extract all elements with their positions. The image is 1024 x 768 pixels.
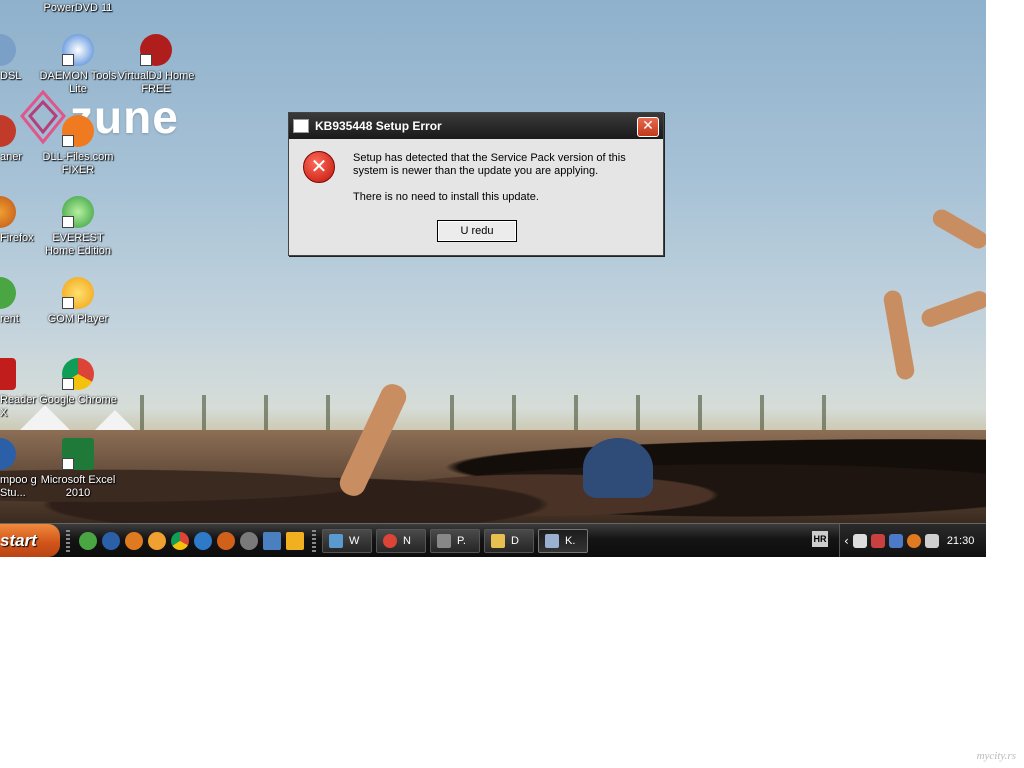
desktop-icon-daemon-tools[interactable]: DAEMON Tools Lite: [38, 34, 118, 96]
start-button[interactable]: start: [0, 524, 60, 557]
dialog-titlebar[interactable]: KB935448 Setup Error: [289, 113, 663, 139]
dialog-body: ✕ Setup has detected that the Service Pa…: [289, 139, 663, 255]
ccleaner-icon: [0, 115, 16, 147]
dialog-title: KB935448 Setup Error: [315, 119, 442, 133]
firefox-icon: [0, 196, 16, 228]
media-player-icon[interactable]: [286, 531, 304, 550]
kmplayer-icon[interactable]: [102, 531, 120, 550]
kmplayer-icon: [0, 438, 16, 470]
safely-remove-icon[interactable]: [870, 533, 885, 548]
task-button-w[interactable]: W: [322, 528, 372, 553]
internet-explorer-icon[interactable]: [194, 531, 212, 550]
ok-button[interactable]: U redu: [437, 220, 517, 242]
desktop-icon-dsl[interactable]: DSL: [0, 34, 40, 83]
utorrent-icon[interactable]: [79, 531, 97, 550]
task-button-d[interactable]: D: [484, 528, 534, 553]
watermark: mycity.rs: [976, 750, 1016, 762]
desktop-icon-adobe-reader[interactable]: Reader X: [0, 358, 40, 420]
desktop-icon-firefox[interactable]: Firefox: [0, 196, 40, 245]
orange-app-icon[interactable]: [148, 531, 166, 550]
desktop-wallpaper: zune DSL aner Firefox rent Reader X mpoo…: [0, 0, 986, 523]
settings-icon[interactable]: [125, 531, 143, 550]
tray-app-icon[interactable]: [906, 533, 921, 548]
firefox-icon[interactable]: [217, 531, 235, 550]
desktop-icon-everest[interactable]: EVEREST Home Edition: [38, 196, 118, 258]
hand: [929, 206, 986, 252]
clock[interactable]: 21:30: [947, 535, 975, 547]
message-line-2: There is no need to install this update.: [353, 191, 539, 203]
chrome-icon: [62, 358, 94, 390]
everest-icon: [62, 196, 94, 228]
blue-cap: [583, 438, 653, 498]
chrome-icon[interactable]: [171, 531, 189, 550]
adobe-reader-icon: [0, 358, 16, 390]
daemon-tools-icon: [62, 34, 94, 66]
task-button-p[interactable]: P.: [430, 528, 480, 553]
chrome-icon: [383, 533, 397, 548]
system-tray: ‹ 21:30: [839, 524, 986, 557]
dll-files-icon: [62, 115, 94, 147]
folder-icon: [491, 533, 505, 548]
network-icon: [0, 34, 16, 66]
utorrent-icon: [0, 277, 16, 309]
desktop-icon-dll-files[interactable]: DLL-Files.com FIXER: [38, 115, 118, 177]
task-button-n[interactable]: N: [376, 528, 426, 553]
error-icon: ✕: [303, 151, 335, 183]
task-icon: [437, 533, 451, 548]
hand: [919, 288, 986, 330]
message-line-1: Setup has detected that the Service Pack…: [353, 152, 626, 177]
tray-expand-icon[interactable]: ‹: [844, 534, 849, 548]
close-button[interactable]: ✕: [637, 117, 659, 137]
virtualdj-icon: [140, 34, 172, 66]
bluetooth-icon[interactable]: [888, 533, 903, 548]
language-indicator[interactable]: HR: [812, 531, 828, 547]
desktop-icon-google-chrome[interactable]: Google Chrome: [38, 358, 118, 407]
crowd: [0, 430, 986, 523]
window-icon: [293, 119, 309, 133]
task-button-k[interactable]: K.: [538, 528, 588, 553]
desktop-icon-cleaner[interactable]: aner: [0, 115, 40, 164]
desktop-icon-gom-player[interactable]: GOM Player: [38, 277, 118, 326]
desktop-icon-virtualdj[interactable]: VirtualDJ Home FREE: [116, 34, 196, 96]
setup-error-dialog: KB935448 Setup Error ✕ ✕ Setup has detec…: [288, 112, 664, 256]
toolbar-grip[interactable]: [312, 529, 316, 552]
raised-arm: [882, 289, 916, 381]
excel-icon: [62, 438, 94, 470]
desktop-icon-powerdvd[interactable]: PowerDVD 11: [38, 0, 118, 15]
task-icon: [329, 533, 343, 548]
desktop-icon-excel[interactable]: Microsoft Excel 2010: [38, 438, 118, 500]
app-icon[interactable]: [240, 531, 258, 550]
gom-player-icon: [62, 277, 94, 309]
taskbar: start W N P. D K. HR ‹ 21:30: [0, 523, 986, 557]
desktop-icon-kmplayer[interactable]: mpoo g Stu...: [0, 438, 40, 500]
setup-icon: [545, 533, 559, 548]
desktop-icon-utorrent[interactable]: rent: [0, 277, 40, 326]
dialog-message: Setup has detected that the Service Pack…: [353, 152, 658, 217]
show-desktop-icon[interactable]: [263, 531, 281, 550]
toolbar-grip[interactable]: [66, 529, 70, 552]
volume-icon[interactable]: [924, 533, 939, 548]
network-icon[interactable]: [852, 533, 867, 548]
